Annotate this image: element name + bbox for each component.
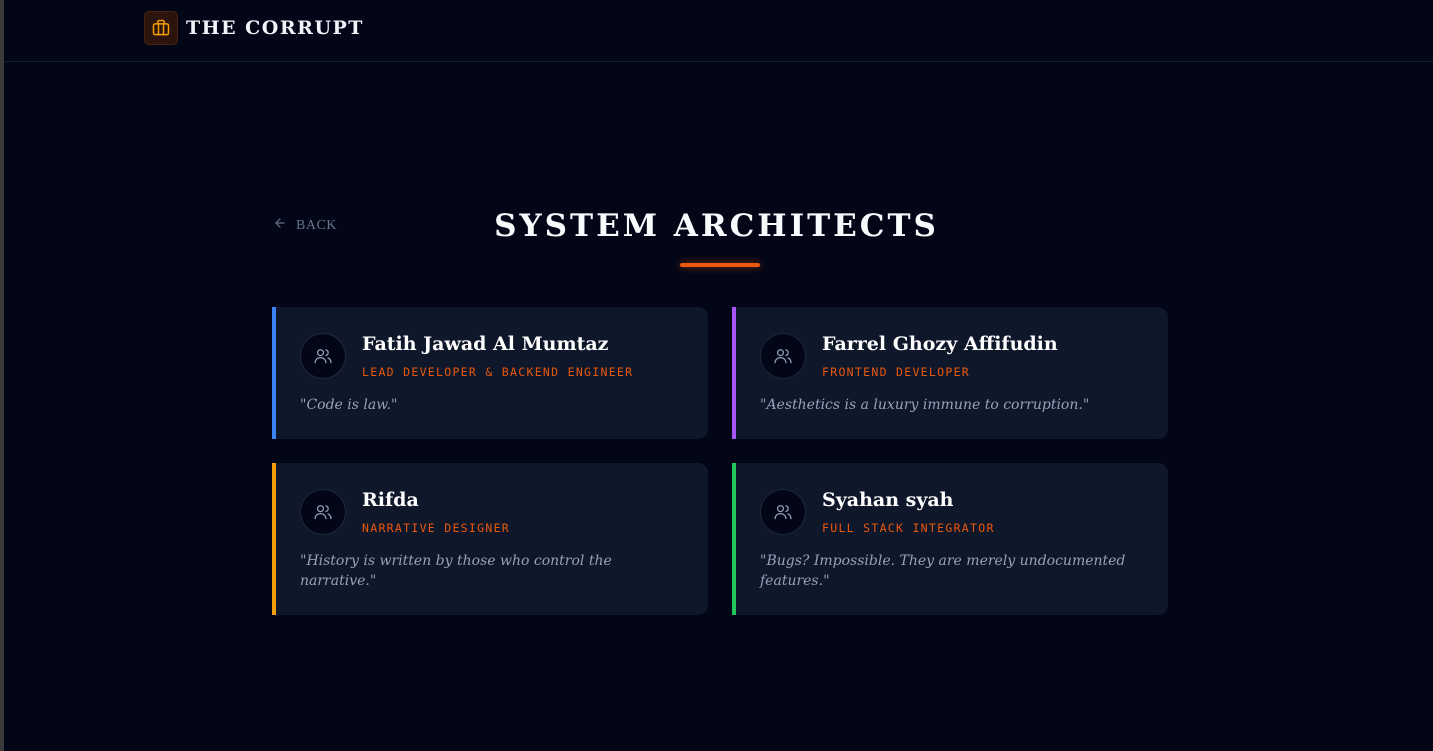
brand-title: THE CORRUPT	[186, 17, 364, 39]
member-name: Syahan syah	[822, 489, 954, 511]
member-quote: "Aesthetics is a luxury immune to corrup…	[760, 397, 1090, 413]
users-icon	[760, 333, 806, 379]
member-role: FRONTEND DEVELOPER	[822, 365, 971, 379]
member-quote: "Bugs? Impossible. They are merely undoc…	[760, 553, 1126, 589]
member-role: LEAD DEVELOPER & BACKEND ENGINEER	[362, 365, 634, 379]
users-icon	[760, 489, 806, 535]
member-quote: "History is written by those who control…	[300, 553, 612, 589]
team-card: Fatih Jawad Al Mumtaz LEAD DEVELOPER & B…	[272, 307, 708, 439]
title-underline	[680, 263, 760, 267]
member-name: Rifda	[362, 489, 419, 511]
member-name: Farrel Ghozy Affifudin	[822, 333, 1058, 355]
users-icon	[300, 333, 346, 379]
team-card: Rifda NARRATIVE DESIGNER "History is wri…	[272, 463, 708, 615]
top-navbar: THE CORRUPT	[4, 0, 1433, 62]
users-icon	[300, 489, 346, 535]
team-card: Farrel Ghozy Affifudin FRONTEND DEVELOPE…	[732, 307, 1168, 439]
member-name: Fatih Jawad Al Mumtaz	[362, 333, 609, 355]
team-card: Syahan syah FULL STACK INTEGRATOR "Bugs?…	[732, 463, 1168, 615]
brand-logo[interactable]: THE CORRUPT	[144, 11, 364, 45]
member-role: NARRATIVE DESIGNER	[362, 521, 511, 535]
window-edge	[0, 0, 4, 751]
member-role: FULL STACK INTEGRATOR	[822, 521, 995, 535]
member-quote: "Code is law."	[300, 397, 398, 413]
briefcase-icon	[144, 11, 178, 45]
page-title: SYSTEM ARCHITECTS	[494, 208, 939, 244]
